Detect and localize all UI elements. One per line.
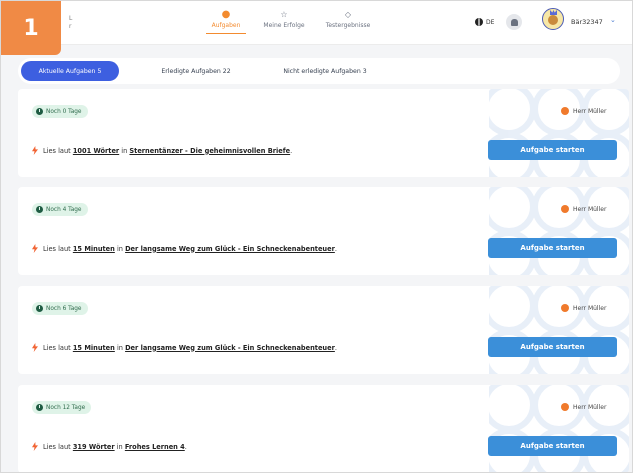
notifications-button[interactable] bbox=[506, 14, 522, 30]
teacher: Herr Müller bbox=[561, 304, 606, 312]
lightning-icon bbox=[32, 343, 38, 352]
alarm-clock-icon bbox=[36, 206, 43, 213]
active-underline bbox=[206, 33, 246, 34]
task-card: Noch 0 Tage Herr Müller Lies laut 1001 W… bbox=[18, 89, 629, 177]
nav-label-aufgaben: Aufgaben bbox=[211, 22, 241, 29]
language-selector[interactable]: DE bbox=[475, 18, 494, 26]
step-number: 1 bbox=[23, 15, 39, 41]
alarm-clock-icon bbox=[36, 305, 43, 312]
teacher-name: Herr Müller bbox=[573, 205, 607, 213]
alarm-clock-icon bbox=[36, 108, 43, 115]
task-card: Noch 4 Tage Herr Müller Lies laut 15 Min… bbox=[18, 187, 629, 275]
task-card: Noch 6 Tage Herr Müller Lies laut 15 Min… bbox=[18, 286, 629, 374]
task-text: Lies laut 15 Minuten in Der langsame Weg… bbox=[43, 344, 337, 352]
start-task-button[interactable]: Aufgabe starten bbox=[488, 140, 617, 160]
teacher-icon bbox=[561, 403, 569, 411]
app-frame: L r ● Aufgaben ☆ Meine Erfolge ◇ Testerg… bbox=[0, 0, 633, 473]
tab-erledigte-aufgaben[interactable]: Erledigte Aufgaben 22 bbox=[151, 61, 241, 81]
task-card: Noch 12 Tage Herr Müller Lies laut 319 W… bbox=[18, 385, 629, 472]
task-in: in bbox=[116, 343, 123, 352]
due-label: Noch 0 Tage bbox=[46, 108, 82, 115]
teacher-name: Herr Müller bbox=[573, 107, 607, 115]
book-title[interactable]: Frohes Lernen 4 bbox=[125, 443, 185, 451]
globe-icon bbox=[475, 18, 483, 26]
task-text: Lies laut 15 Minuten in Der langsame Weg… bbox=[43, 245, 337, 253]
dot-icon: ● bbox=[221, 9, 231, 20]
chevron-down-icon[interactable]: ⌄ bbox=[610, 16, 616, 24]
start-task-button[interactable]: Aufgabe starten bbox=[488, 337, 617, 357]
decorative-pattern bbox=[489, 286, 629, 374]
nav-label-testergebnisse: Testergebnisse bbox=[325, 22, 371, 29]
book-title[interactable]: Der langsame Weg zum Glück - Ein Schneck… bbox=[125, 344, 335, 352]
due-label: Noch 6 Tage bbox=[46, 305, 82, 312]
lightning-icon bbox=[32, 146, 38, 155]
task-tabs: Aktuelle Aufgaben 5 Erledigte Aufgaben 2… bbox=[18, 58, 620, 84]
task-amount: 15 Minuten bbox=[72, 244, 115, 253]
logo-line-2: r bbox=[69, 23, 72, 30]
decorative-pattern bbox=[489, 187, 629, 275]
lightning-icon bbox=[32, 442, 38, 451]
task-in: in bbox=[116, 244, 123, 253]
task-amount: 319 Wörter bbox=[72, 442, 115, 451]
teacher: Herr Müller bbox=[561, 107, 606, 115]
task-prefix: Lies laut bbox=[43, 343, 71, 352]
bell-icon bbox=[510, 18, 518, 26]
avatar[interactable] bbox=[542, 8, 564, 30]
task-amount: 15 Minuten bbox=[72, 343, 115, 352]
alarm-clock-icon bbox=[36, 404, 43, 411]
task-suffix: . bbox=[290, 146, 293, 155]
main-nav: ● Aufgaben ☆ Meine Erfolge ◇ Testergebni… bbox=[197, 10, 383, 34]
teacher-icon bbox=[561, 107, 569, 115]
step-number-badge: 1 bbox=[1, 1, 61, 55]
task-in: in bbox=[116, 442, 123, 451]
top-header: L r ● Aufgaben ☆ Meine Erfolge ◇ Testerg… bbox=[1, 1, 632, 45]
teacher: Herr Müller bbox=[561, 403, 606, 411]
due-badge: Noch 12 Tage bbox=[32, 401, 92, 414]
book-title[interactable]: Sternentänzer - Die geheimnisvollen Brie… bbox=[129, 147, 290, 155]
tab-nicht-erledigte-aufgaben[interactable]: Nicht erledigte Aufgaben 3 bbox=[270, 61, 380, 81]
language-label: DE bbox=[486, 18, 495, 26]
tab-aktuelle-aufgaben[interactable]: Aktuelle Aufgaben 5 bbox=[21, 61, 119, 81]
book-title[interactable]: Der langsame Weg zum Glück - Ein Schneck… bbox=[125, 245, 335, 253]
due-label: Noch 12 Tage bbox=[46, 404, 86, 411]
teacher-name: Herr Müller bbox=[573, 304, 607, 312]
task-description: Lies laut 1001 Wörter in Sternentänzer -… bbox=[32, 146, 292, 155]
due-label: Noch 4 Tage bbox=[46, 206, 82, 213]
logo[interactable]: L r bbox=[69, 15, 72, 31]
due-badge: Noch 0 Tage bbox=[32, 105, 88, 118]
task-description: Lies laut 15 Minuten in Der langsame Weg… bbox=[32, 343, 337, 352]
teacher: Herr Müller bbox=[561, 205, 606, 213]
logo-line-1: L bbox=[69, 15, 73, 22]
nav-label-meine-erfolge: Meine Erfolge bbox=[263, 22, 305, 29]
task-description: Lies laut 15 Minuten in Der langsame Weg… bbox=[32, 244, 337, 253]
task-suffix: . bbox=[334, 343, 337, 352]
username[interactable]: Bär32347 bbox=[571, 18, 603, 26]
task-text: Lies laut 1001 Wörter in Sternentänzer -… bbox=[43, 147, 292, 155]
start-task-button[interactable]: Aufgabe starten bbox=[488, 238, 617, 258]
task-prefix: Lies laut bbox=[43, 244, 71, 253]
task-suffix: . bbox=[334, 244, 337, 253]
decorative-pattern bbox=[489, 385, 629, 472]
teacher-name: Herr Müller bbox=[573, 403, 607, 411]
due-badge: Noch 4 Tage bbox=[32, 203, 88, 216]
diamond-icon: ◇ bbox=[344, 10, 352, 19]
due-badge: Noch 6 Tage bbox=[32, 302, 88, 315]
nav-item-testergebnisse[interactable]: ◇ Testergebnisse bbox=[313, 10, 383, 34]
task-text: Lies laut 319 Wörter in Frohes Lernen 4. bbox=[43, 443, 187, 451]
task-description: Lies laut 319 Wörter in Frohes Lernen 4. bbox=[32, 442, 187, 451]
task-prefix: Lies laut bbox=[43, 442, 71, 451]
task-in: in bbox=[121, 146, 128, 155]
teacher-icon bbox=[561, 205, 569, 213]
nav-item-meine-erfolge[interactable]: ☆ Meine Erfolge bbox=[255, 10, 313, 34]
lightning-icon bbox=[32, 244, 38, 253]
nav-item-aufgaben[interactable]: ● Aufgaben bbox=[197, 10, 255, 34]
task-suffix: . bbox=[184, 442, 187, 451]
star-icon: ☆ bbox=[280, 10, 288, 19]
decorative-pattern bbox=[489, 89, 629, 177]
bear-face-icon bbox=[548, 15, 558, 25]
start-task-button[interactable]: Aufgabe starten bbox=[488, 436, 617, 456]
task-amount: 1001 Wörter bbox=[72, 146, 120, 155]
teacher-icon bbox=[561, 304, 569, 312]
task-prefix: Lies laut bbox=[43, 146, 71, 155]
